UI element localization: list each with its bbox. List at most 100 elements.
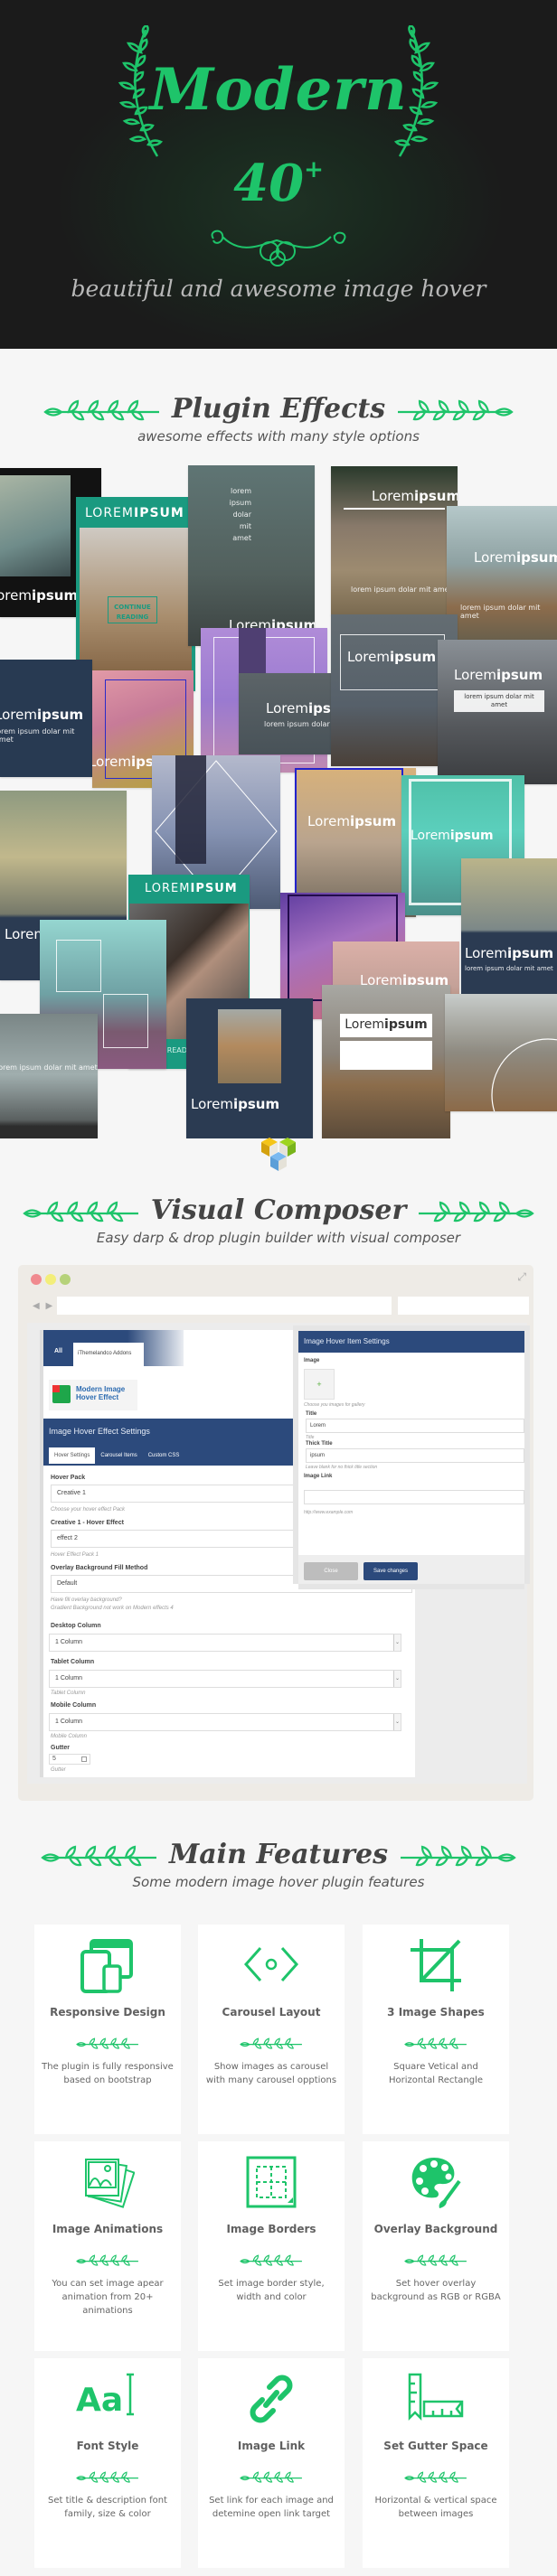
feature-desc: Set image border style, width and color (218, 2279, 325, 2302)
card-title-bold: ipsum (515, 549, 557, 566)
feature-desc: Horizontal & vertical space between imag… (374, 2496, 497, 2519)
card-title-bold: ipsum (232, 1096, 280, 1112)
mobile-column-hint: Mobile Column (51, 1734, 88, 1739)
card-desc: lorem ipsum dolar mit amet (351, 585, 452, 594)
effect-card[interactable]: Loremipsum lorem ipsum dolar mit amet (438, 640, 557, 784)
svg-text:Aa: Aa (76, 2382, 123, 2419)
hover-pack-hint: Choose your hover effect Pack (51, 1507, 126, 1513)
card-title-light: Lorem (0, 587, 32, 604)
overlay-fill-label: Overlay Background Fill Method (51, 1565, 148, 1571)
gutter-label: Gutter (51, 1745, 70, 1751)
add-image-button[interactable]: + (304, 1369, 335, 1400)
branch-ornament-icon (404, 2471, 467, 2483)
card-title-light: Lorem (465, 945, 507, 961)
desktop-column-select[interactable]: 1 Column ⌄ (49, 1634, 401, 1652)
close-button[interactable]: Close (304, 1562, 358, 1580)
tab-custom-css[interactable]: Custom CSS (143, 1447, 185, 1464)
hover-effect-hint: Hover Effect Pack 1 (51, 1552, 99, 1558)
tablet-column-value: 1 Column (55, 1675, 82, 1681)
hero-subtitle: beautiful and awesome image hover (71, 276, 486, 302)
section-title: Main Features (169, 1839, 388, 1870)
feature-card: Set Gutter Space Horizontal & vertical s… (363, 2358, 509, 2568)
element-item[interactable]: Modern Image Hover Effect (49, 1380, 137, 1410)
feature-card: Responsive Design The plugin is fully re… (34, 1925, 181, 2134)
title-hint: Title (306, 1435, 315, 1440)
feature-card: Aa Font Style Set title & description fo… (34, 2358, 181, 2568)
card-title-bold: ipsum (36, 707, 84, 723)
effect-card[interactable]: LOREMIPSUM CONTINUE READING (76, 497, 195, 691)
element-name: Modern Image Hover Effect (76, 1385, 126, 1401)
card-title-bold: ipsum (349, 813, 397, 829)
feature-desc: Set hover overlay background as RGB or R… (371, 2279, 501, 2302)
feature-title: 3 Image Shapes (387, 2006, 485, 2019)
mobile-column-value: 1 Column (55, 1719, 82, 1725)
card-desc: lorem ipsum dolar mit amet (0, 1063, 98, 1072)
branch-ornament-icon (404, 2254, 467, 2266)
tablet-column-select[interactable]: 1 Column ⌄ (49, 1670, 401, 1688)
image-hover-plugin-icon (52, 1385, 71, 1403)
card-desc: lorem ipsum dolar mit amet (0, 727, 75, 744)
feature-card: Image Link Set link for each image and d… (198, 2358, 345, 2568)
card-title-bold: ipsum (31, 587, 79, 604)
continue-reading-button[interactable]: CONTINUE READING (108, 596, 157, 623)
search-bar[interactable] (398, 1297, 529, 1315)
feature-title: Font Style (76, 2440, 139, 2452)
desktop-column-value: 1 Column (55, 1639, 82, 1645)
effect-card[interactable]: Loremipsum lorem ipsum dolar mit amet (447, 506, 557, 651)
branch-ornament-icon (76, 2471, 139, 2483)
minimize-dot[interactable] (45, 1274, 56, 1285)
item-settings-modal-lower: http://www.example.com Close Save change… (298, 1490, 524, 1584)
hero-count-number: 40 (233, 154, 305, 213)
overlay-fill-hint-2: Gradient Background not work on Modern e… (51, 1606, 174, 1611)
effect-card[interactable]: Loremipsum (186, 998, 313, 1138)
effect-card[interactable]: lorem ipsum dolar mit amet (0, 1014, 98, 1138)
item-settings-modal: Image Hover Item Settings Image + Choose… (298, 1331, 524, 1490)
visual-composer-header: Visual Composer Easy darp & drop plugin … (0, 1194, 557, 1246)
gutter-stepper[interactable]: 5 (49, 1754, 90, 1765)
card-title-bold: IPSUM (190, 882, 238, 895)
close-dot[interactable] (31, 1274, 42, 1285)
main-features-header: Main Features Some modern image hover pl… (0, 1839, 557, 1890)
branch-ornament-icon (76, 2254, 139, 2266)
tab-addons[interactable]: iThemelandco Addons (73, 1343, 144, 1366)
section-title: Visual Composer (150, 1194, 407, 1226)
tab-hover-settings[interactable]: Hover Settings (49, 1447, 96, 1464)
stepper-arrows-icon[interactable] (81, 1756, 87, 1762)
feature-title: Overlay Background (373, 2223, 498, 2235)
circle-frame-icon (491, 1038, 557, 1111)
tab-all[interactable]: All (54, 1348, 62, 1354)
thick-title-hint: Leave blank for no thick title section (306, 1465, 378, 1470)
save-changes-button[interactable]: Save changes (363, 1562, 418, 1580)
feature-card: Carousel Layout Show images as carousel … (198, 1925, 345, 2134)
effect-card[interactable] (445, 994, 557, 1111)
image-link-label: Image Link (304, 1474, 333, 1479)
tab-carousel-items[interactable]: Carousel Items (95, 1447, 142, 1464)
feature-desc: Set title & description font family, siz… (48, 2496, 167, 2519)
card-title-light: Lorem (0, 707, 37, 723)
mobile-column-select[interactable]: 1 Column ⌄ (49, 1713, 401, 1731)
address-bar[interactable] (57, 1297, 392, 1315)
effect-card[interactable]: Loremipsum lorem ipsum dolar mit amet (461, 858, 557, 1007)
feature-title: Image Link (237, 2440, 306, 2452)
maximize-dot[interactable] (60, 1274, 71, 1285)
branch-ornament-icon (418, 1201, 534, 1222)
section-subtitle: awesome effects with many style options (137, 428, 420, 445)
image-link-input[interactable] (304, 1490, 524, 1504)
card-title-bold: ipsum (496, 667, 543, 683)
card-title-light: Lorem (454, 667, 496, 683)
effect-card[interactable]: Loremipsum lorem ipsum dolar mit amet (331, 466, 458, 615)
card-title-bold: ipsum (449, 829, 494, 843)
tablet-column-label: Tablet Column (51, 1659, 95, 1665)
effect-card[interactable]: Loremipsum (322, 985, 450, 1138)
hover-effect-label: Creative 1 - Hover Effect (51, 1520, 124, 1526)
effect-card[interactable]: Loremipsum lorem ipsum dolar mit amet (0, 660, 92, 777)
expand-icon[interactable]: ⤢ (517, 1270, 526, 1284)
effect-card[interactable]: lorem ipsum dolar mit amet Loremipsum (188, 465, 315, 646)
thick-title-input[interactable]: ipsum (306, 1448, 524, 1463)
title-input[interactable]: Lorem (306, 1419, 524, 1433)
title-label: Title (306, 1411, 317, 1417)
modal-footer: Close Save changes (298, 1555, 524, 1584)
chevron-down-icon: ⌄ (393, 1714, 401, 1730)
branch-ornament-icon (23, 1201, 139, 1222)
nav-arrows[interactable]: ◀ ▶ (33, 1301, 54, 1311)
